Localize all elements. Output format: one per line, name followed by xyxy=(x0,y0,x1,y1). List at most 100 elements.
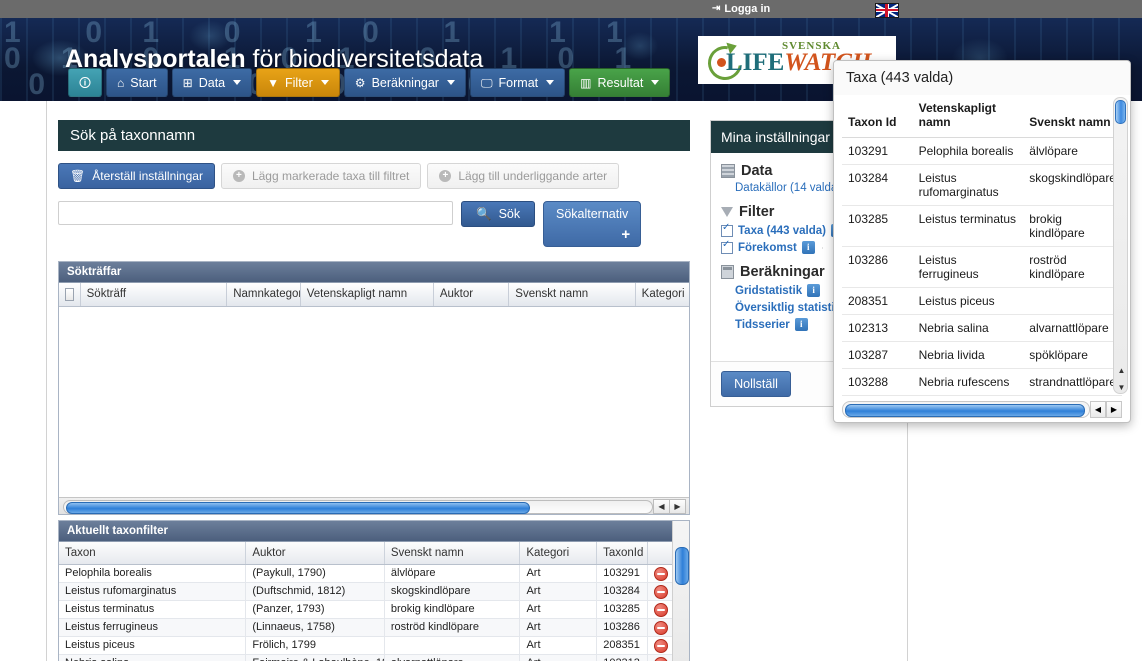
chevron-down-icon xyxy=(651,80,660,85)
settings-label-oversiktlig-statistik[interactable]: Översiktlig statistik xyxy=(735,302,841,314)
column-header-svenskt-namn[interactable]: Svenskt namn xyxy=(385,542,521,564)
remove-row-button[interactable] xyxy=(648,655,674,661)
taxa-popup-row[interactable]: 103288 Nebria rufescens strandnattlöpare xyxy=(842,368,1122,396)
taxon-filter-rows: Pelophila borealis (Paykull, 1790) älvlöpa… xyxy=(59,565,689,661)
table-row[interactable]: Leistus terminatus (Panzer, 1793) brokig k… xyxy=(59,601,689,619)
column-header-svenskt-namn[interactable]: Svenskt namn xyxy=(509,283,636,306)
settings-label-forekomst[interactable]: Förekomst xyxy=(738,242,797,254)
nav-item-resultat[interactable]: ▥ Resultat xyxy=(569,68,671,97)
popup-cell-scientific-name: Leistus ferrugineus xyxy=(912,246,1024,288)
funnel-icon xyxy=(721,207,733,217)
popup-cell-swedish-name: spöklöpare xyxy=(1023,341,1122,369)
column-header-soktraff[interactable]: Sökträff xyxy=(81,283,228,306)
column-header-taxon[interactable]: Taxon xyxy=(59,542,247,564)
remove-row-button[interactable] xyxy=(648,619,674,636)
popup-cell-scientific-name: Pelophila borealis xyxy=(912,137,1024,165)
nav-info-button[interactable]: 🛈 xyxy=(68,68,102,97)
cell-taxon: Nebria salina xyxy=(59,655,247,661)
select-all-checkbox-cell[interactable] xyxy=(59,283,81,306)
nav-label-resultat: Resultat xyxy=(597,75,644,90)
remove-row-button[interactable] xyxy=(648,565,674,582)
hscroll-thumb[interactable] xyxy=(66,502,530,514)
settings-label-taxa[interactable]: Taxa (443 valda) xyxy=(738,225,826,237)
info-icon[interactable]: i xyxy=(794,318,808,331)
popup-cell-taxon-id: 103287 xyxy=(842,341,913,369)
column-header-namnkategori[interactable]: Namnkategori xyxy=(227,283,301,306)
table-row[interactable]: Pelophila borealis (Paykull, 1790) älvlöpa… xyxy=(59,565,689,583)
info-icon[interactable]: i xyxy=(801,241,815,254)
popup-hscroll-thumb[interactable] xyxy=(845,404,1085,417)
popup-scroll-right-arrow[interactable]: ▶ xyxy=(1106,401,1122,418)
vscroll-thumb[interactable] xyxy=(675,547,689,585)
nav-item-data[interactable]: ⊞ Data xyxy=(171,68,253,97)
search-options-label: Sökalternativ xyxy=(555,207,629,221)
taxa-popup-row[interactable]: 102313 Nebria salina alvarnattlöpare xyxy=(842,314,1122,342)
reset-all-button[interactable]: Nollställ xyxy=(721,371,791,397)
remove-row-button[interactable] xyxy=(648,637,674,654)
login-link[interactable]: ⇥ Logga in xyxy=(712,3,770,15)
search-button[interactable]: 🔍 Sök xyxy=(461,201,536,227)
popup-cell-scientific-name: Nebria rufescens xyxy=(912,368,1024,396)
popup-scroll-up-arrow[interactable]: ▲ xyxy=(1118,366,1126,375)
info-icon[interactable]: i xyxy=(807,284,821,297)
cell-taxonid: 208351 xyxy=(597,637,649,654)
results-grid-hscrollbar[interactable]: ◀ ▶ xyxy=(59,497,689,514)
table-row[interactable]: Leistus rufomarginatus (Duftschmid, 1812)… xyxy=(59,583,689,601)
popup-cell-taxon-id: 103285 xyxy=(842,205,913,247)
column-header-auktor[interactable]: Auktor xyxy=(246,542,385,564)
reset-settings-button[interactable]: 🗑 Återställ inställningar xyxy=(58,163,215,189)
popup-hscroll-track[interactable] xyxy=(842,401,1090,418)
popup-scroll-left-arrow[interactable]: ◀ xyxy=(1090,401,1106,418)
table-row[interactable]: Leistus piceus Frölich, 1799 Art 208351 xyxy=(59,637,689,655)
taxa-popup-vscrollbar[interactable] xyxy=(1113,97,1128,394)
column-header-vetenskapligt-namn[interactable]: Vetenskapligt namn xyxy=(301,283,434,306)
hscroll-track[interactable] xyxy=(63,500,653,514)
taxa-popup-row[interactable]: 103287 Nebria livida spöklöpare xyxy=(842,341,1122,369)
remove-row-icon xyxy=(654,657,669,661)
nav-label-format: Format xyxy=(498,75,539,90)
gears-icon: ⚙ xyxy=(354,75,366,90)
top-utility-bar: ⇥ Logga in xyxy=(0,0,1142,18)
popup-cell-scientific-name: Nebria salina xyxy=(912,314,1024,342)
uk-flag-icon[interactable] xyxy=(875,3,899,18)
taxa-popup-row[interactable]: 103284 Leistus rufomarginatus skogskindlöp… xyxy=(842,164,1122,206)
nav-item-start[interactable]: ⌂ Start xyxy=(106,68,168,97)
nav-item-berakningar[interactable]: ⚙ Beräkningar xyxy=(343,68,466,97)
search-options-button[interactable]: Sökalternativ + xyxy=(543,201,642,247)
select-all-checkbox[interactable] xyxy=(65,288,74,301)
taxa-popup-row[interactable]: 208351 Leistus piceus xyxy=(842,287,1122,315)
column-header-kategori[interactable]: Kategori xyxy=(636,283,689,306)
column-header-kategori[interactable]: Kategori xyxy=(520,542,598,564)
table-row[interactable]: Leistus ferrugineus (Linnaeus, 1758) rostr… xyxy=(59,619,689,637)
nav-item-format[interactable]: 🖵 Format xyxy=(469,68,566,97)
nav-item-filter[interactable]: ▼ Filter xyxy=(256,68,340,97)
taxa-checkbox[interactable] xyxy=(721,222,733,237)
column-header-auktor[interactable]: Auktor xyxy=(434,283,510,306)
popup-scroll-down-arrow[interactable]: ▼ xyxy=(1118,383,1126,392)
hscroll-left-arrow[interactable]: ◀ xyxy=(653,499,670,514)
cell-taxon: Leistus rufomarginatus xyxy=(59,583,247,600)
taxon-filter-vscrollbar[interactable] xyxy=(672,521,689,661)
search-input[interactable] xyxy=(58,201,453,225)
plus-circle-icon: + xyxy=(232,170,245,182)
popup-vscroll-thumb[interactable] xyxy=(1115,100,1126,124)
add-subspecies-button[interactable]: + Lägg till underliggande arter xyxy=(427,163,620,189)
remove-row-button[interactable] xyxy=(648,601,674,618)
popup-cell-taxon-id: 103291 xyxy=(842,137,913,165)
remove-row-icon xyxy=(654,585,669,599)
forekomst-checkbox[interactable] xyxy=(721,239,733,254)
taxa-popup-hscrollbar[interactable]: ◀ ▶ xyxy=(842,401,1122,418)
add-marked-taxa-button[interactable]: + Lägg markerade taxa till filtret xyxy=(220,163,422,189)
taxa-popup-row[interactable]: 103291 Pelophila borealis älvlöpare xyxy=(842,137,1122,165)
hscroll-right-arrow[interactable]: ▶ xyxy=(669,499,686,514)
cell-taxonid: 102313 xyxy=(597,655,649,661)
taxa-popup-row[interactable]: 103285 Leistus terminatus brokig kindlöpar… xyxy=(842,205,1122,247)
settings-label-tidsserier[interactable]: Tidsserier xyxy=(735,319,790,331)
table-row[interactable]: Nebria salinaFairmaire & Laboulbène, 185… xyxy=(59,655,689,661)
taxa-popup-vscroll-arrows[interactable]: ▲ ▼ xyxy=(1115,366,1128,392)
column-header-taxonid[interactable]: TaxonId xyxy=(597,542,649,564)
remove-row-button[interactable] xyxy=(648,583,674,600)
cell-kategori: Art xyxy=(520,601,598,618)
settings-label-gridstatistik[interactable]: Gridstatistik xyxy=(735,285,802,297)
taxa-popup-row[interactable]: 103286 Leistus ferrugineus roströd kindlöp… xyxy=(842,246,1122,288)
